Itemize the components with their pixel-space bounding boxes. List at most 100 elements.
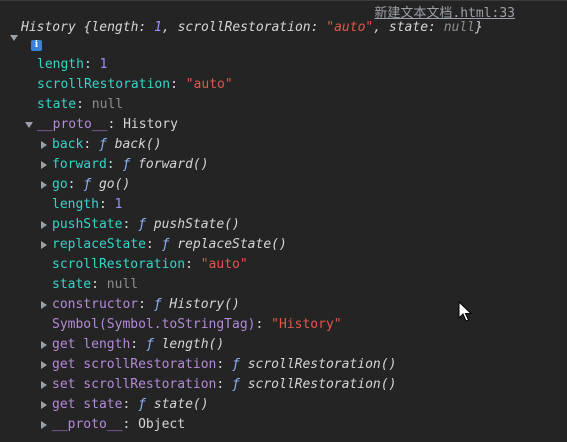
property-value: scrollRestoration() <box>247 377 397 392</box>
property-row: length: 1 <box>52 195 122 215</box>
property-row[interactable]: set scrollRestoration: ƒ scrollRestorati… <box>52 375 396 395</box>
function-icon: ƒ <box>232 357 240 372</box>
property-key: get state <box>52 397 123 412</box>
property-row[interactable]: pushState: ƒ pushState() <box>52 215 240 235</box>
property-key: length <box>37 57 84 72</box>
property-row: scrollRestoration: "auto" <box>37 75 233 95</box>
property-row: Symbol(Symbol.toStringTag): "History" <box>52 315 342 335</box>
function-icon: ƒ <box>98 137 107 152</box>
property-value: scrollRestoration() <box>247 357 397 372</box>
function-icon: ƒ <box>232 377 240 392</box>
property-value: pushState() <box>153 217 240 232</box>
triangle-right-icon[interactable] <box>41 421 47 429</box>
devtools-console: 新建文本文档.html:33 History {length: 1, scrol… <box>0 0 567 442</box>
triangle-right-icon[interactable] <box>41 401 47 409</box>
property-separator: : <box>255 317 272 332</box>
property-row: state: null <box>37 95 123 115</box>
property-value: null <box>91 97 124 112</box>
expand-toggle-icon[interactable] <box>10 35 18 41</box>
property-value: 1 <box>114 197 123 212</box>
property-value: forward() <box>138 157 209 172</box>
property-key: scrollRestoration <box>52 257 186 272</box>
property-value: back() <box>114 137 162 152</box>
class-name: History <box>21 20 76 35</box>
property-row[interactable]: get length: ƒ length() <box>52 335 224 355</box>
property-value: replaceState() <box>177 237 287 252</box>
property-value: state() <box>153 397 209 412</box>
info-icon[interactable]: i <box>31 40 42 51</box>
triangle-right-icon[interactable] <box>41 141 47 149</box>
property-row: length: 1 <box>37 55 107 75</box>
property-key: constructor <box>52 297 139 312</box>
property-row[interactable]: __proto__: History <box>37 115 178 135</box>
preview-key-scroll: scrollRestoration <box>177 20 311 35</box>
property-row[interactable]: back: ƒ back() <box>52 135 162 155</box>
property-key: scrollRestoration <box>37 77 171 92</box>
property-row[interactable]: get scrollRestoration: ƒ scrollRestorati… <box>52 355 396 375</box>
property-row[interactable]: constructor: ƒ History() <box>52 295 240 315</box>
property-key: get length <box>52 337 131 352</box>
property-key: __proto__ <box>52 417 123 432</box>
property-row[interactable]: go: ƒ go() <box>52 175 130 195</box>
triangle-right-icon[interactable] <box>41 361 47 369</box>
property-value: go() <box>98 177 131 192</box>
property-separator: : <box>106 157 123 172</box>
property-key: back <box>52 137 84 152</box>
preview-key-length: length <box>91 20 139 35</box>
object-preview-header[interactable]: History {length: 1, scrollRestoration: "… <box>21 18 483 38</box>
property-key: pushState <box>52 217 123 232</box>
property-key: forward <box>52 157 107 172</box>
property-key: length <box>52 197 99 212</box>
function-icon: ƒ <box>138 397 146 412</box>
preview-key-state: state <box>388 20 429 35</box>
property-row[interactable]: __proto__: Object <box>52 415 185 435</box>
property-value: null <box>106 277 139 292</box>
property-key: Symbol(Symbol.toStringTag) <box>52 317 256 332</box>
property-value: "auto" <box>200 257 248 272</box>
preview-close-brace: } <box>475 20 483 35</box>
triangle-down-icon[interactable] <box>25 122 33 128</box>
function-icon: ƒ <box>145 337 154 352</box>
preview-value-state: null <box>443 20 476 35</box>
preview-value-scroll: "auto" <box>326 20 374 35</box>
property-separator: : <box>130 337 146 352</box>
property-row[interactable]: get state: ƒ state() <box>52 395 209 415</box>
mouse-pointer-icon <box>458 301 472 322</box>
property-separator: : <box>76 97 92 112</box>
property-value: length() <box>161 337 225 352</box>
property-separator: : <box>67 177 84 192</box>
triangle-right-icon[interactable] <box>41 241 47 249</box>
property-key: state <box>37 97 77 112</box>
property-value: "History" <box>271 317 342 332</box>
triangle-right-icon[interactable] <box>41 341 47 349</box>
property-separator: : <box>98 197 115 212</box>
property-key: set scrollRestoration <box>52 377 217 392</box>
property-key: state <box>52 277 92 292</box>
property-separator: : <box>216 357 233 372</box>
property-row[interactable]: forward: ƒ forward() <box>52 155 209 175</box>
function-icon: ƒ <box>161 237 170 252</box>
property-row: state: null <box>52 275 138 295</box>
triangle-right-icon[interactable] <box>41 221 47 229</box>
property-value: History <box>123 117 178 132</box>
triangle-right-icon[interactable] <box>41 181 47 189</box>
property-separator: : <box>122 217 139 232</box>
property-key: replaceState <box>52 237 146 252</box>
property-row[interactable]: replaceState: ƒ replaceState() <box>52 235 287 255</box>
property-separator: : <box>122 417 139 432</box>
property-separator: : <box>185 257 201 272</box>
triangle-right-icon[interactable] <box>41 381 47 389</box>
property-separator: : <box>122 397 139 412</box>
function-icon: ƒ <box>153 297 162 312</box>
property-separator: : <box>216 377 233 392</box>
triangle-right-icon[interactable] <box>41 301 47 309</box>
property-row: scrollRestoration: "auto" <box>52 255 248 275</box>
property-separator: : <box>91 277 107 292</box>
property-value: 1 <box>99 57 108 72</box>
function-icon: ƒ <box>122 157 131 172</box>
property-separator: : <box>170 77 186 92</box>
triangle-right-icon[interactable] <box>41 161 47 169</box>
function-icon: ƒ <box>138 217 146 232</box>
property-value: Object <box>138 417 186 432</box>
property-separator: : <box>145 237 162 252</box>
